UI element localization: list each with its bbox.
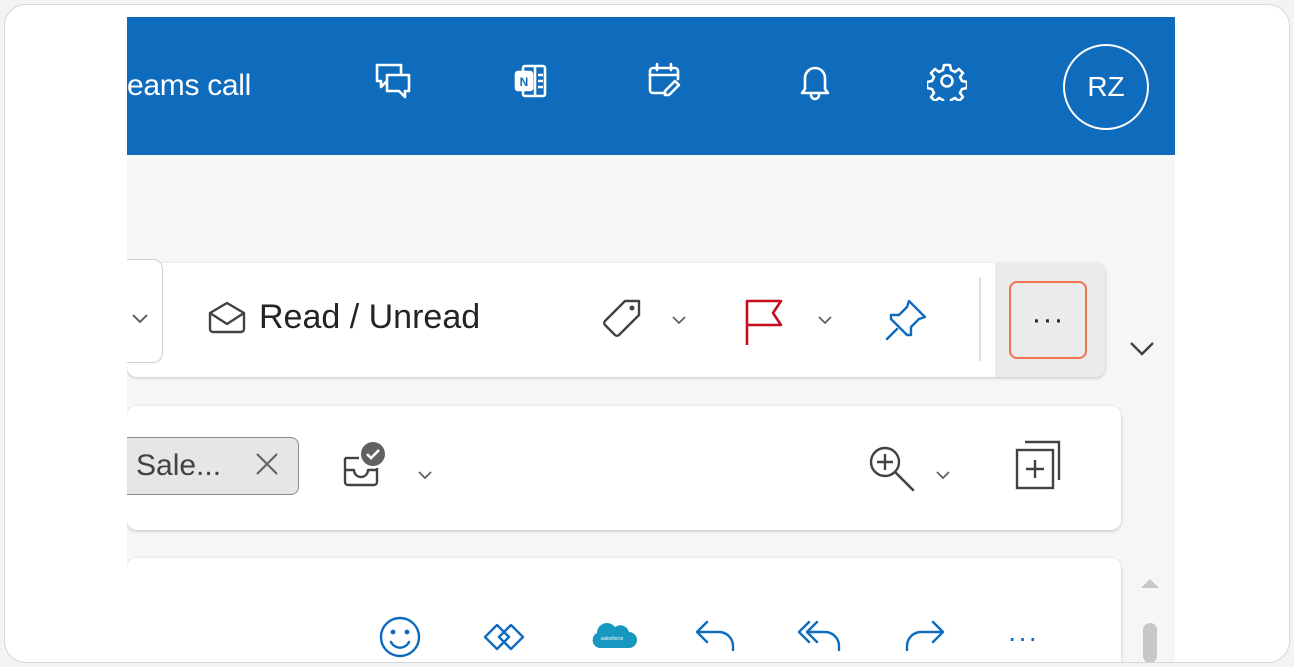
salesforce-icon[interactable]: salesforce: [587, 618, 637, 654]
reply-icon[interactable]: [693, 616, 739, 656]
tag-icon[interactable]: [599, 297, 645, 343]
filter-chip-label: Sale...: [136, 449, 222, 482]
pin-icon[interactable]: [883, 297, 929, 343]
read-unread-label: Read / Unread: [259, 297, 481, 336]
chevron-down-icon[interactable]: [935, 470, 951, 480]
smiley-icon[interactable]: [377, 614, 423, 660]
flag-icon[interactable]: [743, 297, 785, 347]
chevron-down-icon[interactable]: [417, 470, 433, 480]
envelope-open-icon: [208, 301, 246, 334]
filter-toolbar: Sale...: [127, 406, 1121, 530]
app-header: eams call N RZ: [127, 17, 1175, 155]
toolbar-separator: [979, 277, 981, 361]
chat-reply-icon[interactable]: [373, 61, 413, 101]
inbox-check-icon[interactable]: [339, 440, 391, 492]
open-in-window-icon[interactable]: [1015, 440, 1063, 492]
forward-icon[interactable]: [901, 616, 947, 656]
outlook-viewport: eams call N RZ Read / Unread ··· Sale...…: [127, 17, 1175, 662]
bell-icon[interactable]: [795, 61, 835, 101]
teams-call-button[interactable]: eams call: [127, 69, 251, 103]
more-icon[interactable]: ···: [1001, 616, 1045, 660]
filter-chip[interactable]: Sale...: [127, 437, 299, 495]
svg-text:salesforce: salesforce: [601, 636, 624, 642]
chevron-down-icon[interactable]: [131, 313, 149, 325]
scrollbar-thumb[interactable]: [1143, 623, 1157, 662]
viva-icon[interactable]: [481, 614, 527, 660]
expand-ribbon-chevron-icon[interactable]: [1127, 339, 1157, 359]
chevron-down-icon[interactable]: [671, 315, 687, 325]
avatar[interactable]: RZ: [1063, 44, 1149, 130]
onenote-icon[interactable]: N: [511, 61, 551, 101]
zoom-in-icon[interactable]: [865, 442, 917, 494]
close-icon[interactable]: [252, 449, 282, 479]
message-actions-bar: salesforce ···: [127, 558, 1121, 662]
screenshot-frame: eams call N RZ Read / Unread ··· Sale...…: [4, 4, 1290, 663]
svg-text:N: N: [520, 75, 529, 89]
message-toolbar: Read / Unread ···: [127, 259, 1105, 377]
calendar-check-icon[interactable]: [645, 61, 685, 101]
read-unread-button[interactable]: Read / Unread: [207, 289, 480, 345]
scroll-up-arrow-icon[interactable]: [1139, 576, 1161, 590]
previous-dropdown-stub[interactable]: [127, 259, 163, 363]
more-options-button[interactable]: ···: [1009, 281, 1087, 359]
chevron-down-icon[interactable]: [817, 315, 833, 325]
reply-all-icon[interactable]: [795, 616, 845, 656]
gear-icon[interactable]: [925, 61, 969, 107]
